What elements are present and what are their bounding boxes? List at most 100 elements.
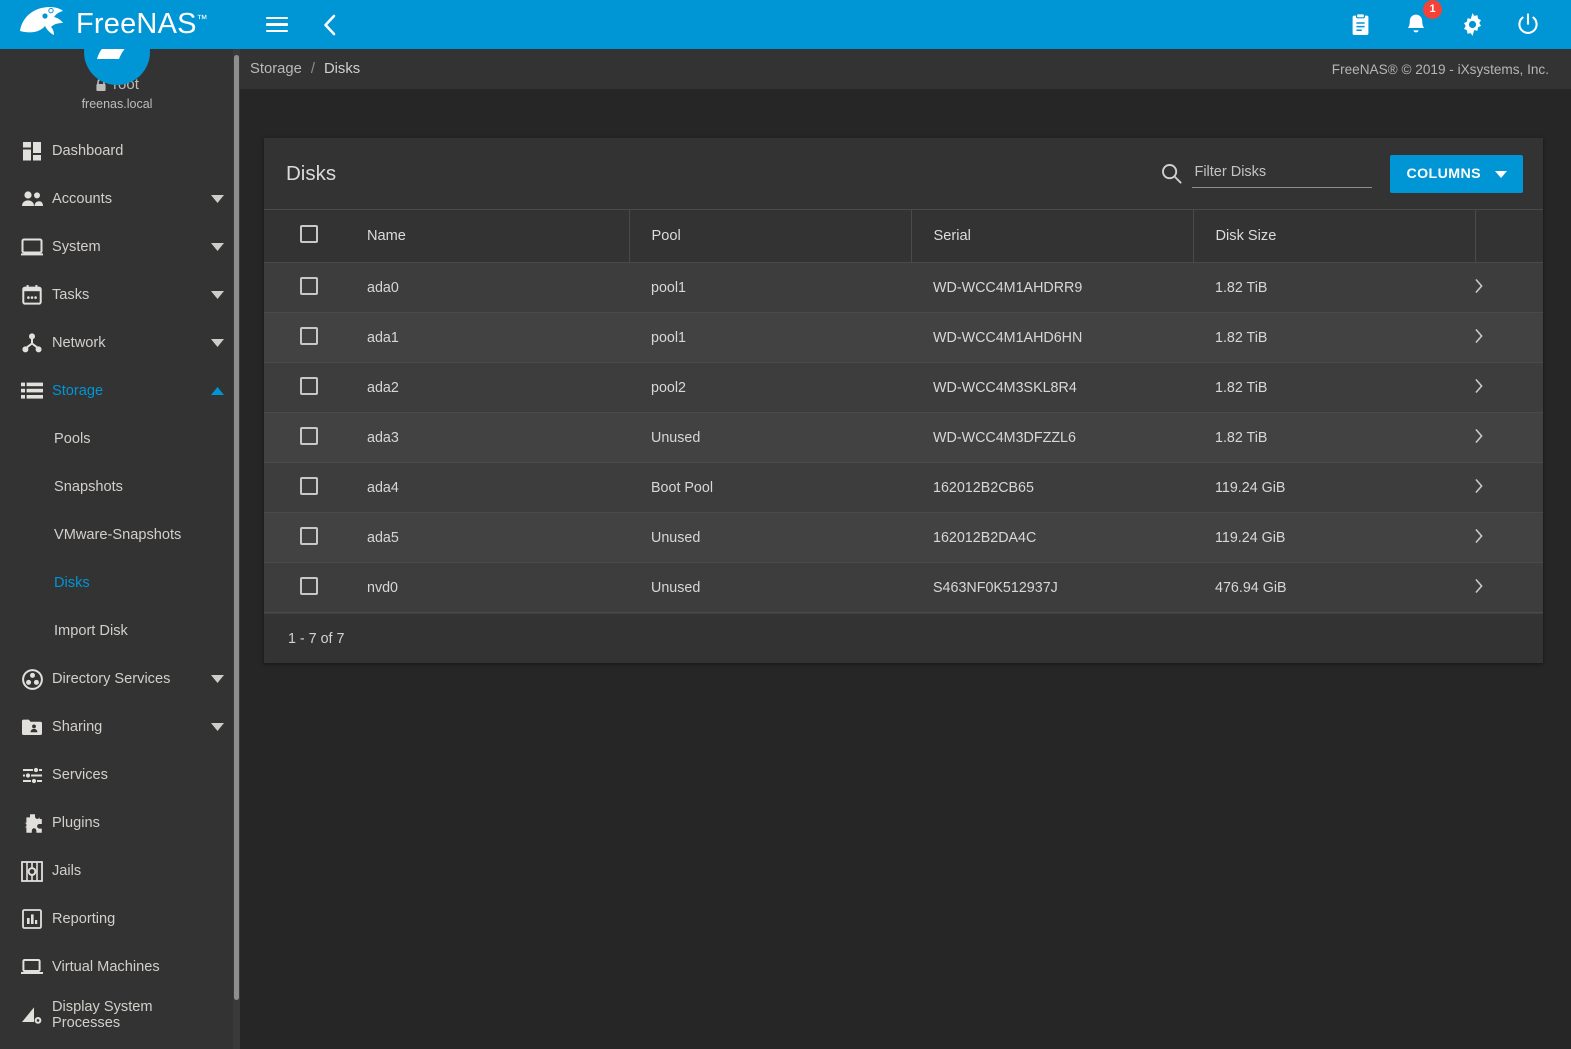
page-title: Disks bbox=[286, 161, 337, 185]
sidebar-scrollbar-thumb[interactable] bbox=[234, 55, 239, 1000]
chevron-down-icon[interactable] bbox=[200, 675, 234, 683]
row-expand-button[interactable] bbox=[1475, 412, 1543, 463]
row-checkbox[interactable] bbox=[300, 476, 318, 495]
table-row[interactable]: nvd0 Unused S463NF0K512937J 476.94 GiB bbox=[264, 562, 1543, 613]
sidebar-subitem-label: Import Disk bbox=[54, 623, 128, 639]
bar-chart-icon bbox=[12, 909, 52, 929]
cell-name: ada5 bbox=[367, 512, 629, 563]
row-expand-button[interactable] bbox=[1475, 462, 1543, 513]
cell-pool: Unused bbox=[629, 412, 911, 463]
table-row[interactable]: ada0 pool1 WD-WCC4M1AHDRR9 1.82 TiB bbox=[264, 262, 1543, 313]
cell-pool: pool1 bbox=[629, 262, 911, 313]
sidebar-item-pools[interactable]: Pools bbox=[0, 415, 234, 463]
sidebar: root freenas.local Dashboard Accounts Sy… bbox=[0, 0, 240, 1049]
sidebar-subitem-label: Disks bbox=[54, 575, 90, 591]
row-checkbox[interactable] bbox=[300, 326, 318, 345]
cell-pool: Boot Pool bbox=[629, 462, 911, 513]
breadcrumb-parent[interactable]: Storage bbox=[250, 61, 302, 77]
column-header-disk-size[interactable]: Disk Size bbox=[1193, 209, 1476, 263]
sidebar-item-display-system-processes[interactable]: Display System Processes bbox=[0, 991, 234, 1039]
cell-pool: pool1 bbox=[629, 312, 911, 363]
cell-serial: WD-WCC4M3DFZZL6 bbox=[911, 412, 1193, 463]
row-checkbox[interactable] bbox=[300, 576, 318, 595]
chevron-down-icon[interactable] bbox=[200, 339, 234, 347]
sidebar-item-snapshots[interactable]: Snapshots bbox=[0, 463, 234, 511]
row-expand-button[interactable] bbox=[1475, 562, 1543, 613]
sidebar-item-system[interactable]: System bbox=[0, 223, 234, 271]
cell-pool: Unused bbox=[629, 562, 911, 613]
chevron-left-icon[interactable] bbox=[312, 8, 346, 42]
laptop-icon bbox=[12, 958, 52, 976]
sidebar-item-services[interactable]: Services bbox=[0, 751, 234, 799]
table-row[interactable]: ada1 pool1 WD-WCC4M1AHD6HN 1.82 TiB bbox=[264, 312, 1543, 363]
table-row[interactable]: ada4 Boot Pool 162012B2CB65 119.24 GiB bbox=[264, 462, 1543, 513]
gear-settings-icon[interactable] bbox=[1455, 8, 1489, 42]
sidebar-item-vmware-snapshots[interactable]: VMware-Snapshots bbox=[0, 511, 234, 559]
table-header-row: Name Pool Serial Disk Size bbox=[264, 209, 1543, 263]
sidebar-item-sharing[interactable]: Sharing bbox=[0, 703, 234, 751]
cell-name: ada2 bbox=[367, 362, 629, 413]
column-header-pool[interactable]: Pool bbox=[629, 209, 912, 263]
sidebar-item-directory-services[interactable]: Directory Services bbox=[0, 655, 234, 703]
cell-serial: S463NF0K512937J bbox=[911, 562, 1193, 613]
sidebar-item-label: Plugins bbox=[52, 815, 100, 831]
brand-logo-area[interactable]: FreeNAS™ bbox=[0, 0, 240, 49]
columns-button[interactable]: COLUMNS bbox=[1390, 154, 1523, 193]
sidebar-item-reporting[interactable]: Reporting bbox=[0, 895, 234, 943]
row-checkbox[interactable] bbox=[300, 376, 318, 395]
row-select-cell bbox=[264, 562, 367, 613]
breadcrumb: Storage / Disks bbox=[250, 61, 360, 77]
column-header-serial[interactable]: Serial bbox=[911, 209, 1194, 263]
directory-services-icon bbox=[12, 668, 52, 690]
table-row[interactable]: ada2 pool2 WD-WCC4M3SKL8R4 1.82 TiB bbox=[264, 362, 1543, 413]
cell-name: nvd0 bbox=[367, 562, 629, 613]
sidebar-item-virtual-machines[interactable]: Virtual Machines bbox=[0, 943, 234, 991]
row-expand-button[interactable] bbox=[1475, 312, 1543, 363]
row-checkbox[interactable] bbox=[300, 426, 318, 445]
table-row[interactable]: ada3 Unused WD-WCC4M3DFZZL6 1.82 TiB bbox=[264, 412, 1543, 463]
sidebar-item-dashboard[interactable]: Dashboard bbox=[0, 127, 234, 175]
sidebar-item-storage[interactable]: Storage bbox=[0, 367, 234, 415]
breadcrumb-separator: / bbox=[310, 61, 315, 77]
table-row[interactable]: ada5 Unused 162012B2DA4C 119.24 GiB bbox=[264, 512, 1543, 563]
chevron-down-icon[interactable] bbox=[200, 723, 234, 731]
storage-stack-icon bbox=[12, 382, 52, 400]
row-expand-button[interactable] bbox=[1475, 512, 1543, 563]
row-checkbox[interactable] bbox=[300, 526, 318, 545]
row-expand-button[interactable] bbox=[1475, 362, 1543, 413]
row-checkbox[interactable] bbox=[300, 276, 318, 295]
row-expand-button[interactable] bbox=[1475, 262, 1543, 313]
hamburger-menu-icon[interactable] bbox=[260, 8, 294, 42]
clipboard-tasks-icon[interactable] bbox=[1343, 8, 1377, 42]
cell-serial: WD-WCC4M1AHDRR9 bbox=[911, 262, 1193, 313]
sidebar-item-label: Tasks bbox=[52, 287, 90, 303]
copyright-label: FreeNAS® © 2019 - iXsystems, Inc. bbox=[1331, 61, 1549, 77]
chevron-down-icon[interactable] bbox=[200, 291, 234, 299]
topbar-left-actions bbox=[240, 8, 346, 42]
sidebar-item-tasks[interactable]: Tasks bbox=[0, 271, 234, 319]
search-area bbox=[1161, 159, 1373, 188]
chevron-down-icon[interactable] bbox=[200, 195, 234, 203]
chevron-down-icon[interactable] bbox=[200, 243, 234, 251]
sidebar-item-accounts[interactable]: Accounts bbox=[0, 175, 234, 223]
sidebar-item-jails[interactable]: Jails bbox=[0, 847, 234, 895]
search-input[interactable] bbox=[1192, 159, 1373, 188]
chevron-up-icon[interactable] bbox=[200, 387, 234, 395]
cell-disk-size: 119.24 GiB bbox=[1193, 512, 1475, 563]
sidebar-item-plugins[interactable]: Plugins bbox=[0, 799, 234, 847]
sidebar-item-import-disk[interactable]: Import Disk bbox=[0, 607, 234, 655]
sidebar-item-network[interactable]: Network bbox=[0, 319, 234, 367]
main-content: Storage / Disks FreeNAS® © 2019 - iXsyst… bbox=[240, 49, 1571, 1049]
search-icon[interactable] bbox=[1161, 163, 1183, 184]
sidebar-subitem-label: VMware-Snapshots bbox=[54, 527, 182, 543]
people-icon bbox=[12, 190, 52, 208]
bell-notifications-icon[interactable]: 1 bbox=[1399, 0, 1442, 42]
pagination-status: 1 - 7 of 7 bbox=[264, 613, 1543, 663]
cell-serial: WD-WCC4M1AHD6HN bbox=[911, 312, 1193, 363]
sidebar-item-disks[interactable]: Disks bbox=[0, 559, 234, 607]
select-all-checkbox[interactable] bbox=[300, 225, 318, 243]
row-select-cell bbox=[264, 412, 367, 463]
folder-share-icon bbox=[12, 718, 52, 736]
column-header-name[interactable]: Name bbox=[367, 209, 630, 263]
power-icon[interactable] bbox=[1511, 8, 1545, 42]
